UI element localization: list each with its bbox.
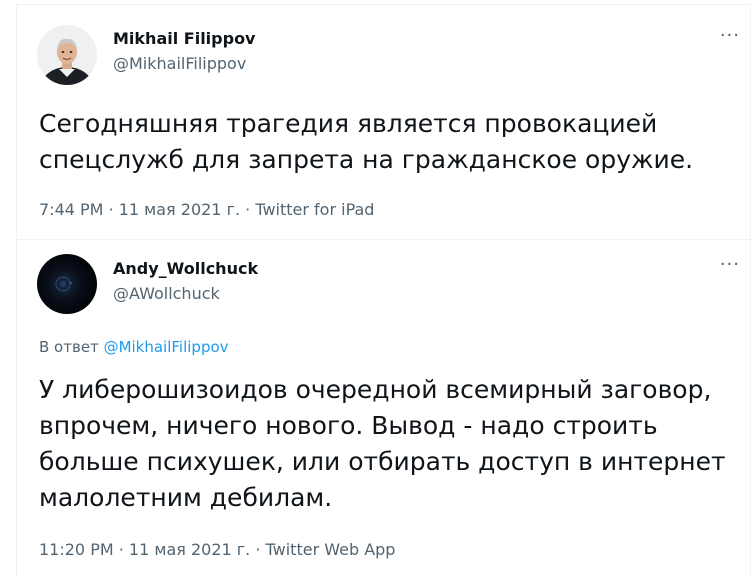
tweet-source[interactable]: Twitter for iPad bbox=[255, 200, 374, 219]
meta-separator: · bbox=[103, 200, 119, 219]
tweet-meta: 7:44 PM · 11 мая 2021 г. · Twitter for i… bbox=[39, 200, 374, 219]
reply-prefix: В ответ bbox=[39, 338, 104, 356]
tweet-date[interactable]: 11 мая 2021 г. bbox=[129, 540, 250, 559]
reply-mention-link[interactable]: @MikhailFilippov bbox=[104, 338, 229, 356]
avatar-photo bbox=[37, 25, 97, 85]
avatar-photo bbox=[37, 254, 97, 314]
tweet-date[interactable]: 11 мая 2021 г. bbox=[119, 200, 240, 219]
tweet-meta: 11:20 PM · 11 мая 2021 г. · Twitter Web … bbox=[39, 540, 395, 559]
more-horizontal-icon[interactable]: ··· bbox=[720, 256, 740, 274]
tweet-text: У либерошизоидов очередной всемирный заг… bbox=[39, 375, 726, 512]
meta-separator: · bbox=[240, 200, 256, 219]
tweet-card: Andy_Wollchuck @AWollchuck ··· В ответ @… bbox=[16, 240, 751, 578]
tweet-thread: Mikhail Filippov @MikhailFilippov ··· Се… bbox=[0, 0, 753, 578]
avatar[interactable] bbox=[37, 254, 97, 314]
author-handle[interactable]: @AWollchuck bbox=[113, 284, 220, 303]
author-name[interactable]: Andy_Wollchuck bbox=[113, 259, 258, 278]
tweet-time[interactable]: 11:20 PM bbox=[39, 540, 114, 559]
author-handle[interactable]: @MikhailFilippov bbox=[113, 54, 246, 73]
tweet-text: Сегодняшняя трагедия является провокацие… bbox=[39, 109, 694, 174]
reply-context: В ответ @MikhailFilippov bbox=[39, 338, 229, 356]
meta-separator: · bbox=[113, 540, 129, 559]
tweet-time[interactable]: 7:44 PM bbox=[39, 200, 103, 219]
author-name[interactable]: Mikhail Filippov bbox=[113, 29, 255, 48]
avatar[interactable] bbox=[37, 25, 97, 85]
tweet-card: Mikhail Filippov @MikhailFilippov ··· Се… bbox=[16, 4, 751, 240]
more-horizontal-icon[interactable]: ··· bbox=[720, 27, 740, 45]
tweet-source[interactable]: Twitter Web App bbox=[266, 540, 396, 559]
meta-separator: · bbox=[250, 540, 266, 559]
